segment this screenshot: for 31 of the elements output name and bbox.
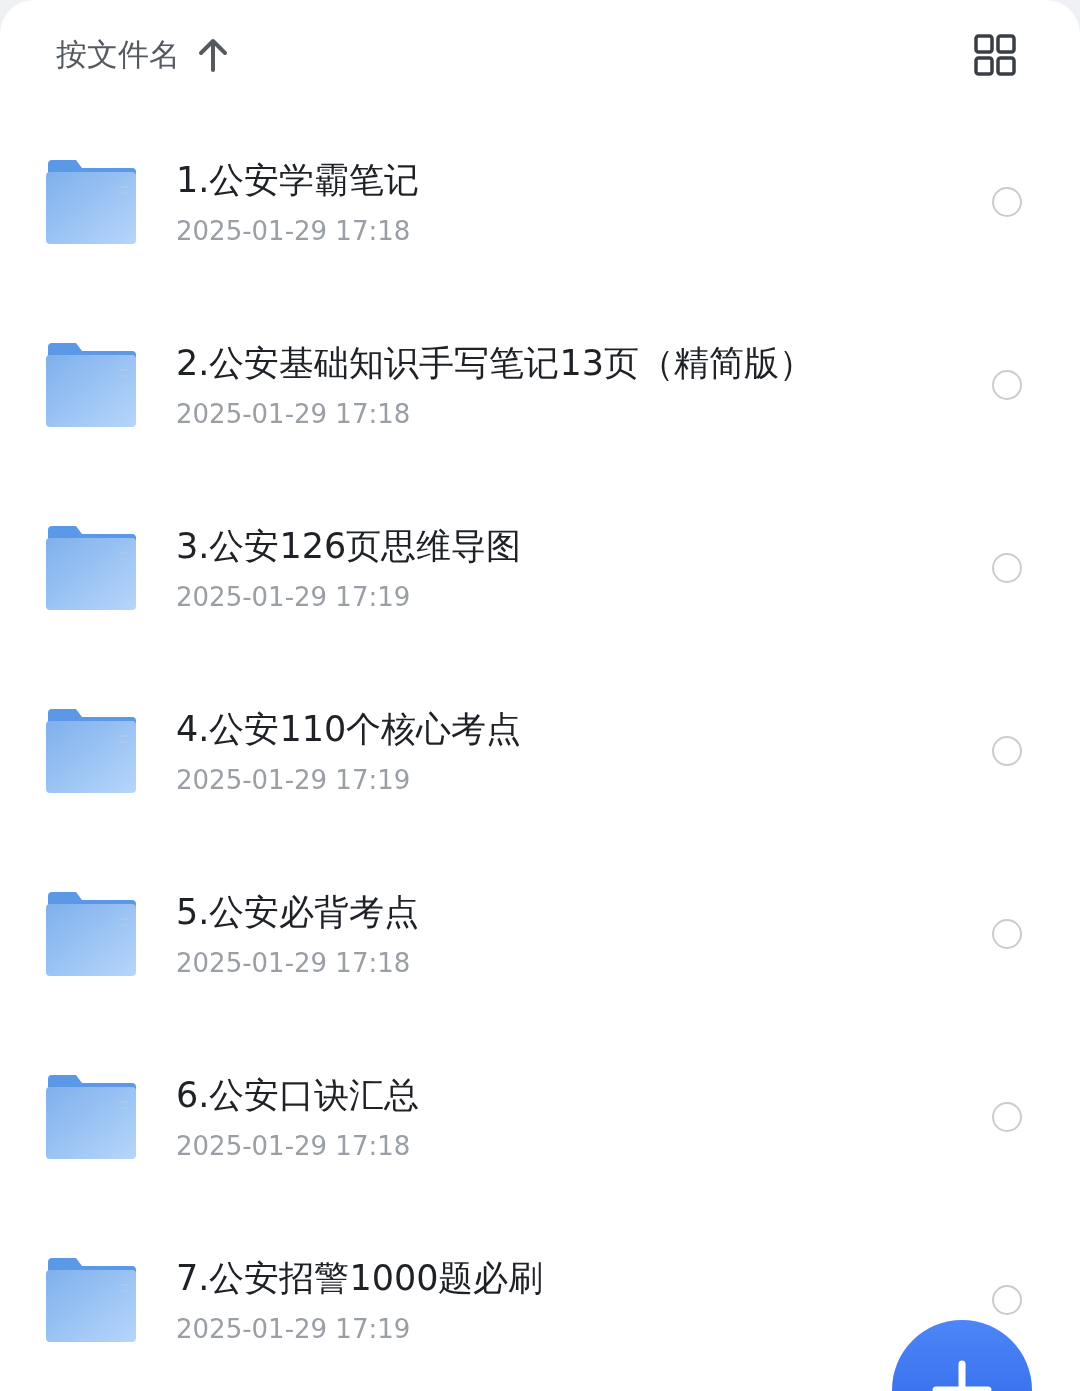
folder-icon[interactable] (46, 525, 138, 610)
modified-date: 2025-01-29 17:19 (176, 765, 412, 795)
modified-date: 2025-01-29 17:18 (176, 1131, 412, 1161)
sort-label[interactable]: 按文件名 (56, 34, 180, 76)
select-radio[interactable] (992, 735, 1022, 766)
select-radio[interactable] (992, 186, 1022, 217)
folder-name: 3.公安126页思维导图 (176, 525, 523, 568)
modified-date: 2025-01-29 17:18 (176, 216, 412, 246)
modified-date: 2025-01-29 17:19 (176, 582, 412, 612)
select-radio[interactable] (992, 1101, 1022, 1132)
folder-icon[interactable] (46, 1074, 138, 1159)
folder-icon[interactable] (46, 342, 138, 427)
folder-name: 1.公安学霸笔记 (176, 159, 421, 202)
folder-name: 7.公安招警1000题必刷 (176, 1257, 545, 1300)
modified-date: 2025-01-29 17:18 (176, 948, 412, 978)
folder-icon[interactable] (46, 891, 138, 976)
folder-icon[interactable] (46, 159, 138, 244)
select-radio[interactable] (992, 918, 1022, 949)
folder-icon[interactable] (46, 708, 138, 793)
folder-icon[interactable] (46, 1257, 138, 1342)
folder-name: 2.公安基础知识手写笔记13页（精简版） (176, 342, 815, 385)
grid-view-icon[interactable] (974, 34, 1016, 76)
folder-name: 6.公安口诀汇总 (176, 1074, 421, 1117)
select-radio[interactable] (992, 369, 1022, 400)
folder-name: 4.公安110个核心考点 (176, 708, 523, 751)
folder-name: 5.公安必背考点 (176, 891, 421, 934)
modified-date: 2025-01-29 17:19 (176, 1314, 412, 1344)
select-radio[interactable] (992, 552, 1022, 583)
modified-date: 2025-01-29 17:18 (176, 399, 412, 429)
sort-arrow-icon[interactable] (198, 38, 228, 72)
select-radio[interactable] (992, 1284, 1022, 1315)
